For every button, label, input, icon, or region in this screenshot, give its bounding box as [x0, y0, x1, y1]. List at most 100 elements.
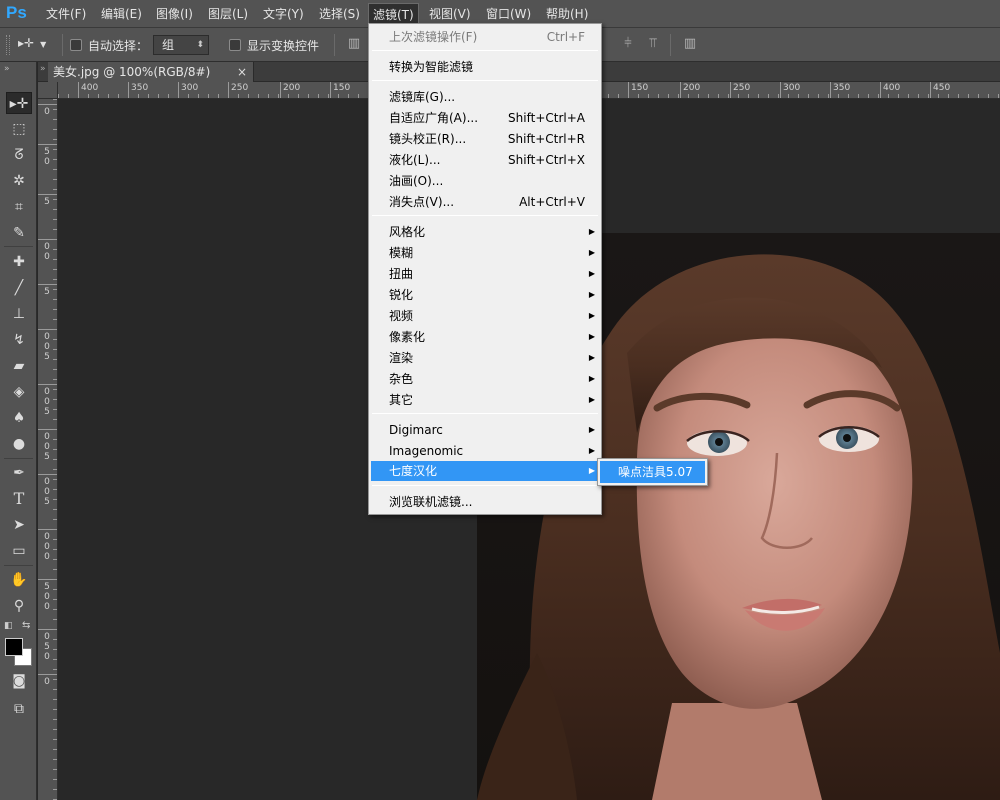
quick-mask-icon[interactable]: ◙ — [6, 670, 32, 692]
auto-select-checkbox[interactable] — [70, 39, 82, 51]
crop-tool-icon[interactable]: ⌗ — [6, 196, 32, 218]
ruler-tick — [730, 82, 731, 98]
menu-edit[interactable]: 编辑(E) — [97, 3, 146, 25]
menu-item-stylize[interactable]: 风格化 ▶ — [389, 222, 595, 242]
ruler-minor-tick — [108, 94, 109, 98]
menu-separator — [372, 50, 598, 51]
menu-help[interactable]: 帮助(H) — [542, 3, 592, 25]
show-transform-checkbox[interactable] — [229, 39, 241, 51]
menu-separator — [372, 80, 598, 81]
ruler-minor-tick — [53, 259, 57, 260]
ruler-tick — [38, 674, 57, 675]
menu-item-digimarc[interactable]: Digimarc ▶ — [389, 420, 595, 440]
ruler-tick — [280, 82, 281, 98]
ruler-tick-label: 5 — [44, 197, 50, 207]
eraser-icon[interactable]: ▰ — [6, 355, 32, 377]
magic-wand-icon[interactable]: ✲ — [6, 170, 32, 192]
menu-filter[interactable]: 滤镜(T) — [368, 3, 419, 25]
default-colors-icon[interactable]: ◧ — [4, 621, 13, 631]
collapse-panel-icon[interactable]: » — [4, 64, 10, 74]
ruler-minor-tick — [53, 639, 57, 640]
ruler-minor-tick — [608, 94, 609, 98]
zoom-tool-icon[interactable]: ⚲ — [6, 595, 32, 617]
brush-tool-icon[interactable]: ╱ — [6, 277, 32, 299]
dodge-tool-icon[interactable]: ● — [6, 433, 32, 455]
ruler-minor-tick — [53, 569, 57, 570]
submenu-arrow-icon: ▶ — [588, 466, 595, 475]
vertical-ruler[interactable]: 05050050050050050050005000500 — [38, 99, 58, 800]
menu-item-browse-online-filters[interactable]: 浏览联机滤镜... — [389, 492, 589, 512]
menu-item-lens-correction[interactable]: 镜头校正(R)... Shift+Ctrl+R — [389, 129, 589, 149]
ruler-minor-tick — [53, 309, 57, 310]
paint-bucket-icon[interactable]: ◈ — [6, 381, 32, 403]
menu-item-sharpen[interactable]: 锐化 ▶ — [389, 285, 595, 305]
menu-item-imagenomic[interactable]: Imagenomic ▶ — [389, 441, 595, 461]
distribute-vcenter-icon[interactable]: ⫪ — [645, 36, 661, 54]
tool-preset-picker[interactable]: ▸✛ ▼ — [18, 36, 58, 54]
ruler-tick — [780, 82, 781, 98]
ruler-minor-tick — [53, 589, 57, 590]
ruler-minor-tick — [53, 649, 57, 650]
auto-align-layers-icon[interactable]: ▥ — [682, 36, 698, 54]
ruler-minor-tick — [53, 719, 57, 720]
menu-type[interactable]: 文字(Y) — [259, 3, 308, 25]
toolbar-separator — [4, 246, 33, 247]
ruler-minor-tick — [998, 94, 999, 98]
ruler-origin[interactable] — [38, 82, 58, 99]
eyedropper-icon[interactable]: ✎ — [6, 222, 32, 244]
auto-select-target-select[interactable]: 组 ⬍ — [153, 35, 209, 55]
move-tool-icon[interactable]: ▸✛ — [6, 92, 32, 114]
expand-panel-icon[interactable]: » — [40, 64, 46, 74]
menu-item-adaptive-wide-angle[interactable]: 自适应广角(A)... Shift+Ctrl+A — [389, 108, 589, 128]
menu-view[interactable]: 视图(V) — [425, 3, 475, 25]
lasso-tool-icon[interactable]: ᘔ — [6, 144, 32, 166]
ruler-minor-tick — [53, 619, 57, 620]
history-brush-icon[interactable]: ↯ — [6, 329, 32, 351]
healing-brush-icon[interactable]: ✚ — [6, 251, 32, 273]
blur-tool-icon[interactable]: ♠ — [6, 407, 32, 429]
document-tab[interactable]: 美女.jpg @ 100%(RGB/8#) × — [48, 62, 254, 82]
menu-item-other[interactable]: 其它 ▶ — [389, 390, 595, 410]
menu-window[interactable]: 窗口(W) — [482, 3, 535, 25]
ruler-minor-tick — [53, 139, 57, 140]
options-grip[interactable] — [6, 35, 10, 55]
menu-layer[interactable]: 图层(L) — [204, 3, 252, 25]
align-top-icon[interactable]: ▥ — [346, 36, 362, 54]
menu-item-blur[interactable]: 模糊 ▶ — [389, 243, 595, 263]
ruler-minor-tick — [298, 94, 299, 98]
menu-file[interactable]: 文件(F) — [42, 3, 90, 25]
ruler-minor-tick — [53, 209, 57, 210]
pen-tool-icon[interactable]: ✒ — [6, 462, 32, 484]
ruler-minor-tick — [648, 94, 649, 98]
menu-item-oil-paint[interactable]: 油画(O)... — [389, 171, 589, 191]
foreground-color-swatch[interactable] — [5, 638, 23, 656]
menu-select[interactable]: 选择(S) — [315, 3, 364, 25]
menu-item-video[interactable]: 视频 ▶ — [389, 306, 595, 326]
menu-item-filter-gallery[interactable]: 滤镜库(G)... — [389, 87, 589, 107]
menu-item-qidu-hanhua[interactable]: 七度汉化 ▶ — [371, 461, 599, 481]
screen-mode-icon[interactable]: ⧉ — [6, 698, 32, 720]
shape-tool-icon[interactable]: ▭ — [6, 540, 32, 562]
hand-tool-icon[interactable]: ✋ — [6, 569, 32, 591]
distribute-top-icon[interactable]: ⫩ — [620, 36, 636, 54]
submenu-item-noiseware[interactable]: 噪点洁具5.07 — [600, 461, 705, 483]
menu-item-liquify[interactable]: 液化(L)... Shift+Ctrl+X — [389, 150, 589, 170]
menu-item-render[interactable]: 渲染 ▶ — [389, 348, 595, 368]
path-selection-icon[interactable]: ➤ — [6, 514, 32, 536]
type-tool-icon[interactable]: T — [6, 488, 32, 510]
ruler-minor-tick — [53, 269, 57, 270]
menu-item-distort[interactable]: 扭曲 ▶ — [389, 264, 595, 284]
menu-item-pixelate[interactable]: 像素化 ▶ — [389, 327, 595, 347]
menu-image[interactable]: 图像(I) — [152, 3, 197, 25]
close-icon[interactable]: × — [237, 62, 247, 82]
menu-item-noise[interactable]: 杂色 ▶ — [389, 369, 595, 389]
ruler-tick-label: 005 — [44, 332, 50, 362]
ruler-minor-tick — [53, 549, 57, 550]
marquee-tool-icon[interactable]: ⬚ — [6, 118, 32, 140]
menu-item-convert-smart-filters[interactable]: 转换为智能滤镜 — [389, 57, 589, 77]
submenu-arrow-icon: ▶ — [588, 395, 595, 404]
swap-colors-icon[interactable]: ⇆ — [22, 620, 30, 631]
menu-item-last-filter[interactable]: 上次滤镜操作(F) Ctrl+F — [389, 27, 589, 47]
menu-item-vanishing-point[interactable]: 消失点(V)... Alt+Ctrl+V — [389, 192, 589, 212]
clone-stamp-icon[interactable]: ⊥ — [6, 303, 32, 325]
